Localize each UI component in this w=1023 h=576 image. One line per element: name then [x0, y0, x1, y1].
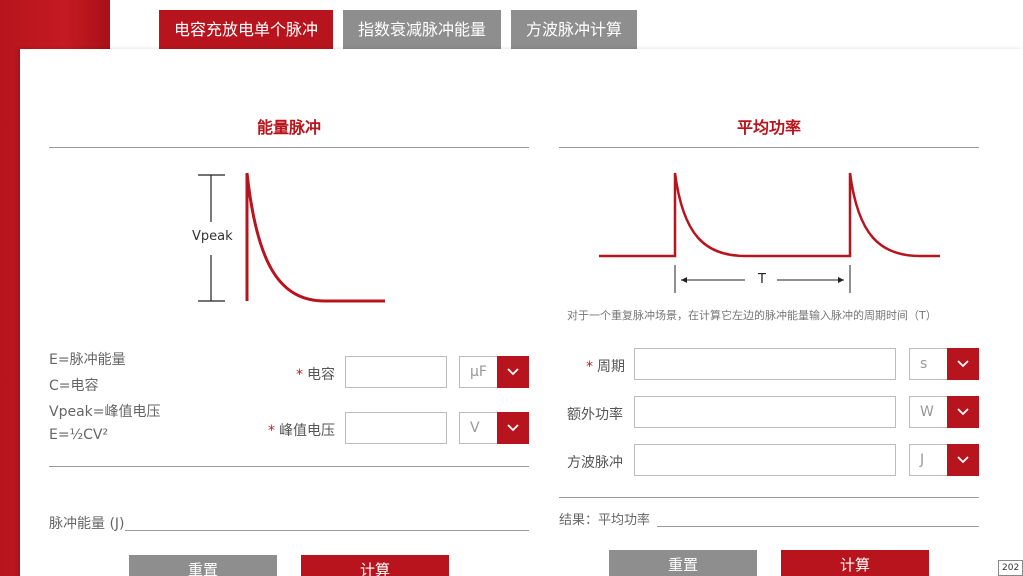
required-asterisk: *	[268, 423, 275, 439]
right-calculate-button[interactable]: 计算	[781, 550, 929, 576]
capacitance-unit-value: μF	[470, 364, 487, 380]
required-asterisk: *	[296, 367, 303, 383]
left-calculate-button[interactable]: 计算	[301, 555, 449, 576]
peak-voltage-input[interactable]	[345, 412, 447, 444]
pulse-energy-result-label: 脉冲能量 (J)	[49, 516, 125, 532]
peak-voltage-unit-value: V	[470, 420, 480, 436]
extra-power-unit-select[interactable]: W	[909, 396, 979, 428]
average-power-result-label: 结果：平均功率	[559, 513, 651, 528]
square-pulse-unit-select[interactable]: J	[909, 444, 979, 476]
period-unit-select[interactable]: s	[909, 348, 979, 380]
formula-equation: E=½CV²	[49, 427, 109, 443]
peak-voltage-unit-select[interactable]: V	[459, 412, 529, 444]
chevron-down-icon	[497, 412, 529, 444]
capacitance-unit-select[interactable]: μF	[459, 356, 529, 388]
tab-square-wave-calc[interactable]: 方波脉冲计算	[511, 10, 637, 49]
capacitance-label: * 电容	[296, 367, 335, 383]
right-form-divider	[559, 497, 979, 498]
square-pulse-label: 方波脉冲	[567, 455, 623, 471]
peak-voltage-label: * 峰值电压	[268, 423, 335, 439]
repeated-pulse-note: 对于一个重复脉冲场景，在计算它左边的脉冲能量输入脉冲的周期时间（T）	[567, 309, 937, 322]
square-pulse-unit-value: J	[920, 452, 925, 468]
square-pulse-input[interactable]	[634, 444, 896, 476]
chevron-down-icon	[497, 356, 529, 388]
right-title-divider	[559, 147, 979, 148]
period-label: * 周期	[586, 359, 625, 375]
chevron-down-icon	[947, 348, 979, 380]
right-reset-button[interactable]: 重置	[609, 550, 757, 576]
energy-pulse-title: 能量脉冲	[256, 118, 321, 137]
repeated-pulse-diagram	[599, 172, 940, 293]
left-reset-button[interactable]: 重置	[129, 555, 277, 576]
left-form-divider	[49, 466, 529, 467]
tab-exponential-decay-energy[interactable]: 指数衰减脉冲能量	[343, 10, 501, 49]
extra-power-label: 额外功率	[567, 407, 623, 423]
left-title-divider	[49, 147, 529, 148]
extra-power-unit-value: W	[920, 404, 934, 420]
year-badge: 202	[998, 560, 1023, 576]
formula-capacitance: C=电容	[49, 378, 99, 394]
chevron-down-icon	[947, 444, 979, 476]
average-power-result-field	[657, 526, 979, 527]
period-input[interactable]	[634, 348, 896, 380]
chevron-down-icon	[947, 396, 979, 428]
vpeak-label: Vpeak	[192, 229, 233, 244]
extra-power-input[interactable]	[634, 396, 896, 428]
formula-vpeak: Vpeak=峰值电压	[49, 404, 161, 420]
pulse-energy-result-field	[125, 530, 529, 531]
capacitance-input[interactable]	[345, 356, 447, 388]
average-power-title: 平均功率	[736, 118, 801, 137]
formula-energy: E=脉冲能量	[49, 352, 126, 368]
required-asterisk: *	[586, 359, 593, 375]
period-t-label: T	[758, 272, 766, 287]
tab-capacitor-single-pulse[interactable]: 电容充放电单个脉冲	[159, 10, 333, 49]
period-unit-value: s	[920, 356, 928, 372]
